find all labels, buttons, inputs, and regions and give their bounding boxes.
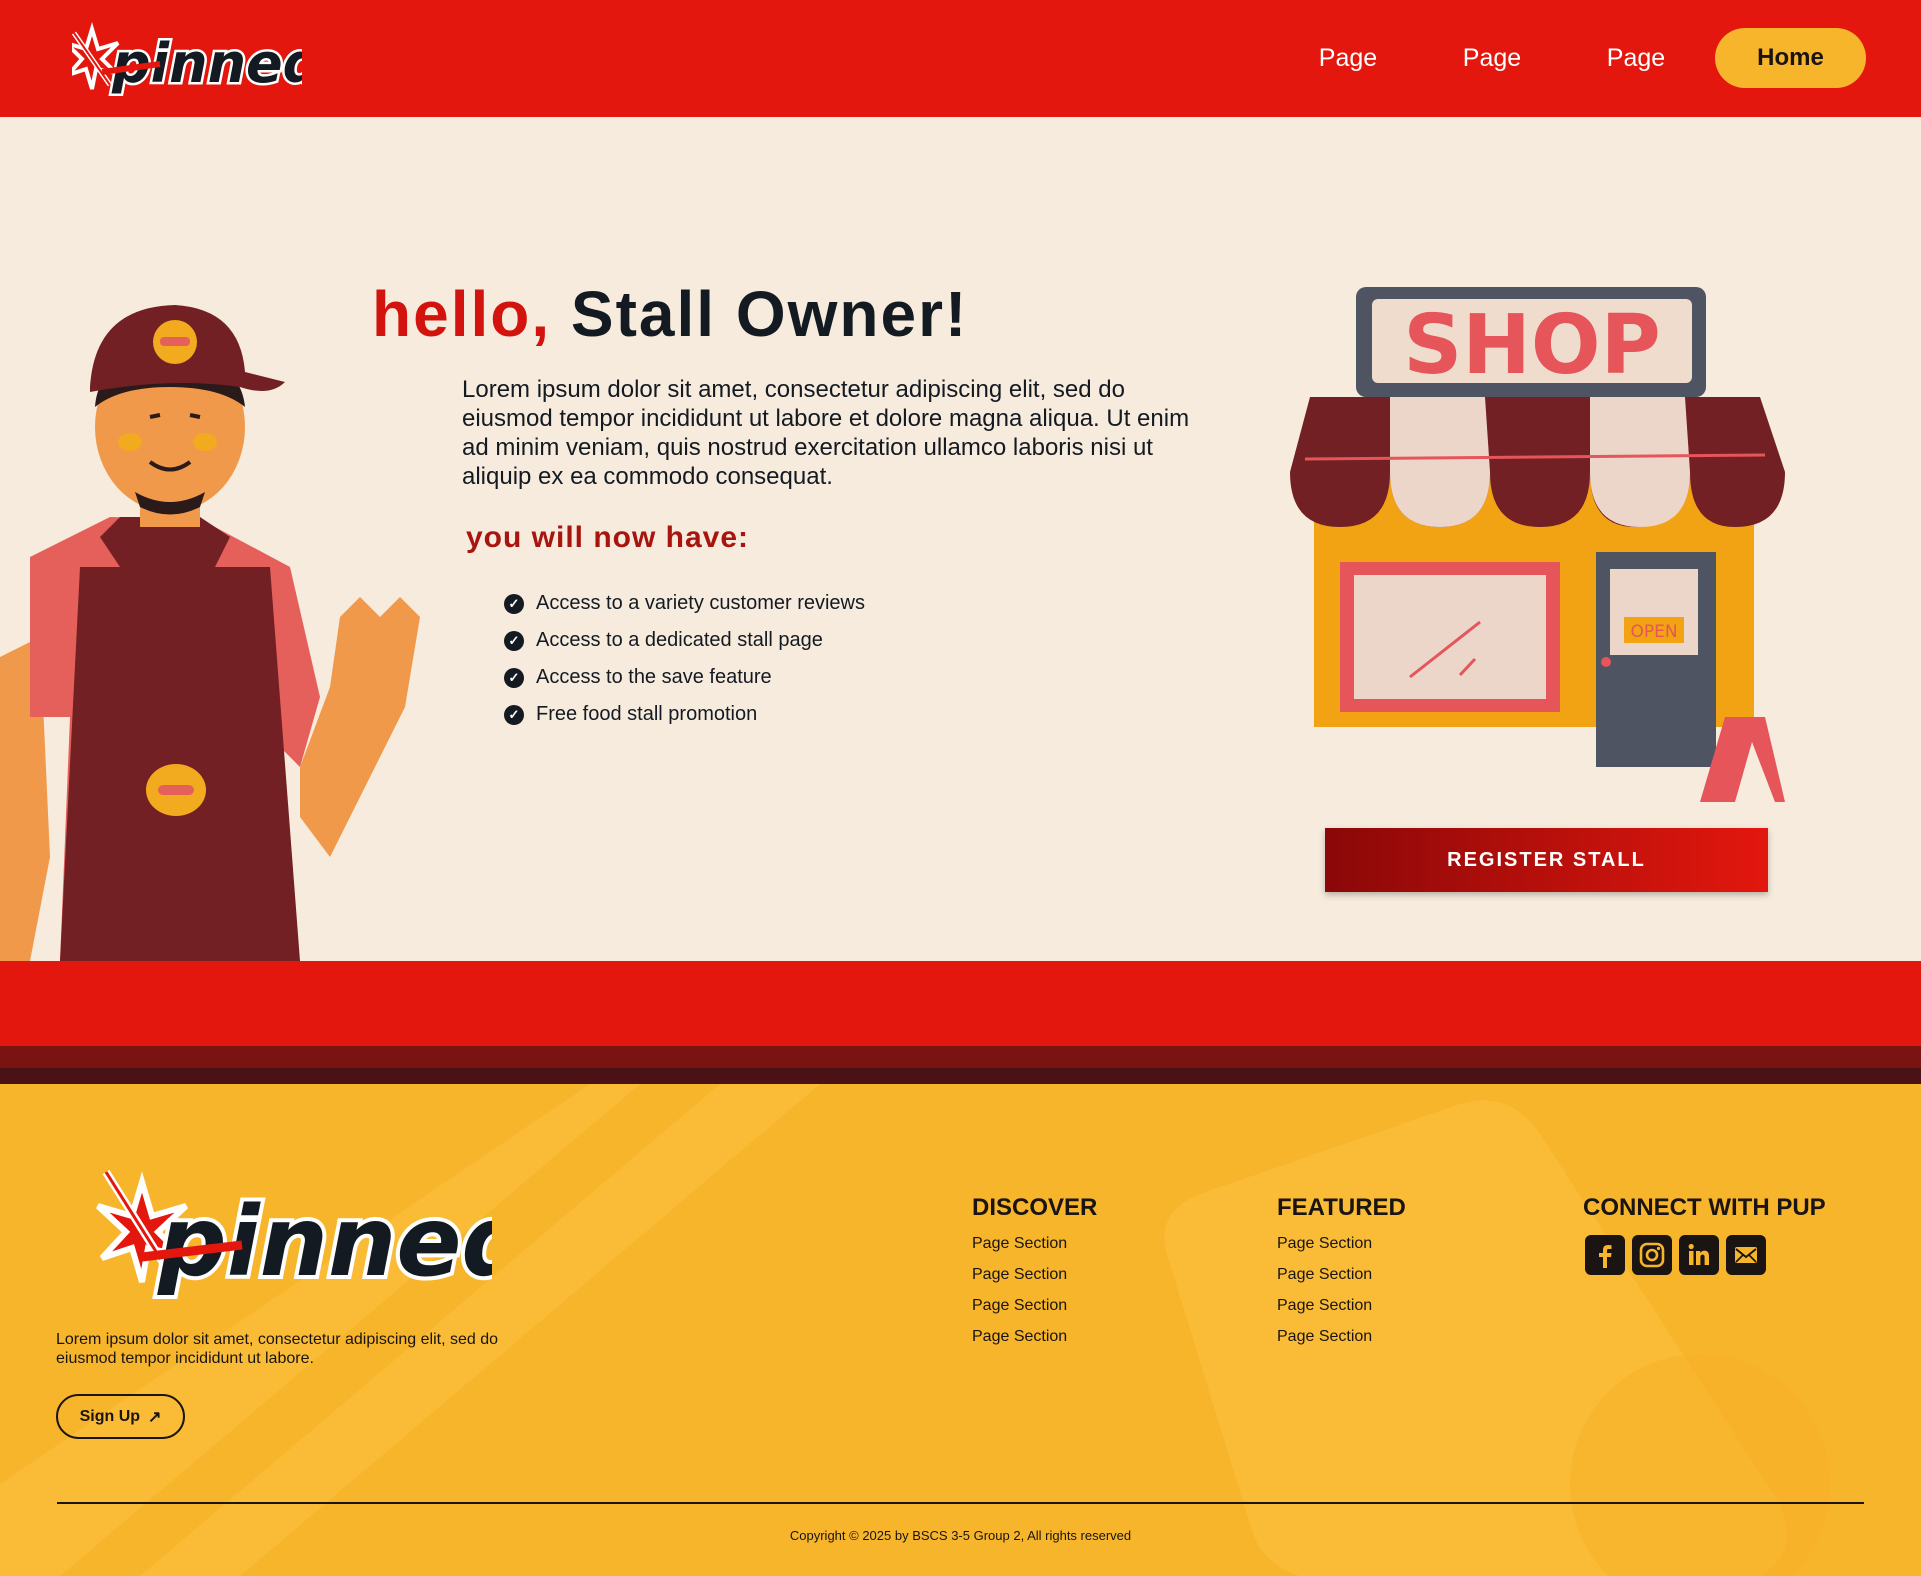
copyright-text: Copyright © 2025 by BSCS 3-5 Group 2, Al… [789,1528,1132,1543]
footer-description: Lorem ipsum dolor sit amet, consectetur … [56,1331,498,1367]
hero-title: hello, Stall Owner! [372,277,968,351]
social-links [1585,1235,1826,1275]
check-icon: ✓ [504,593,524,614]
hero-description: Lorem ipsum dolor sit amet, consectetur … [462,376,1190,490]
footer-column-discover: DISCOVER Page Section Page Section Page … [972,1194,1097,1359]
pinned-logo[interactable]: pinned [72,14,302,104]
discover-link[interactable]: Page Section [972,1297,1097,1328]
footer-column-featured: FEATURED Page Section Page Section Page … [1277,1194,1406,1359]
benefit-item: ✓ Access to a dedicated stall page [504,622,865,659]
hero-section: hello, Stall Owner! Lorem ipsum dolor si… [0,117,1921,961]
nav-link-page-2[interactable]: Page [1447,38,1537,78]
benefit-item: ✓ Access to the save feature [504,659,865,696]
benefit-item: ✓ Free food stall promotion [504,696,865,733]
benefits-list: ✓ Access to a variety customer reviews ✓ A… [504,585,865,733]
check-icon: ✓ [504,667,524,688]
open-sign-text: OPEN [1630,622,1677,642]
svg-text:pinned: pinned [157,1186,492,1298]
divider-band-red [0,961,1921,1046]
benefit-label: Free food stall promotion [536,703,758,725]
discover-link[interactable]: Page Section [972,1235,1097,1266]
nav-link-page-1[interactable]: Page [1303,38,1393,78]
footer: pinned Lorem ipsum dolor sit amet, conse… [0,1084,1921,1576]
linkedin-icon[interactable] [1679,1235,1719,1275]
footer-column-connect: CONNECT WITH PUP [1583,1194,1826,1275]
shop-sign-text: SHOP [1403,298,1661,393]
check-icon: ✓ [504,630,524,651]
discover-link[interactable]: Page Section [972,1266,1097,1297]
register-stall-button[interactable]: REGISTER STALL [1325,828,1768,892]
benefit-label: Access to the save feature [536,666,772,688]
benefit-label: Access to a dedicated stall page [536,629,823,651]
facebook-icon[interactable] [1585,1235,1625,1275]
connect-heading: CONNECT WITH PUP [1583,1194,1826,1221]
benefits-heading: you will now have: [466,521,750,554]
top-navbar: pinned Page Page Page Home [0,0,1921,117]
discover-link[interactable]: Page Section [972,1328,1097,1359]
nav-link-page-3[interactable]: Page [1591,38,1681,78]
benefit-item: ✓ Access to a variety customer reviews [504,585,865,622]
featured-link[interactable]: Page Section [1277,1266,1406,1297]
arrow-up-right-icon: ↗ [148,1408,162,1426]
mail-icon[interactable] [1726,1235,1766,1275]
divider-band-maroon [0,1046,1921,1068]
sign-up-button[interactable]: Sign Up ↗ [56,1394,185,1439]
hero-title-hello: hello, [372,278,552,350]
hero-title-rest: Stall Owner! [570,278,969,350]
discover-heading: DISCOVER [972,1194,1098,1221]
check-icon: ✓ [504,704,524,725]
featured-heading: FEATURED [1277,1194,1406,1221]
featured-link[interactable]: Page Section [1277,1297,1406,1328]
svg-text:pinned: pinned [111,32,302,95]
home-button[interactable]: Home [1715,28,1866,88]
featured-link[interactable]: Page Section [1277,1235,1406,1266]
shop-illustration: SHOP OPEN [1290,287,1785,802]
stall-owner-illustration [0,305,420,961]
sign-up-label: Sign Up [79,1407,141,1425]
divider-band-dark [0,1068,1921,1084]
benefit-label: Access to a variety customer reviews [536,592,865,614]
footer-pinned-logo[interactable]: pinned [82,1157,492,1307]
instagram-icon[interactable] [1632,1235,1672,1275]
featured-link[interactable]: Page Section [1277,1328,1406,1359]
footer-divider [57,1502,1864,1504]
